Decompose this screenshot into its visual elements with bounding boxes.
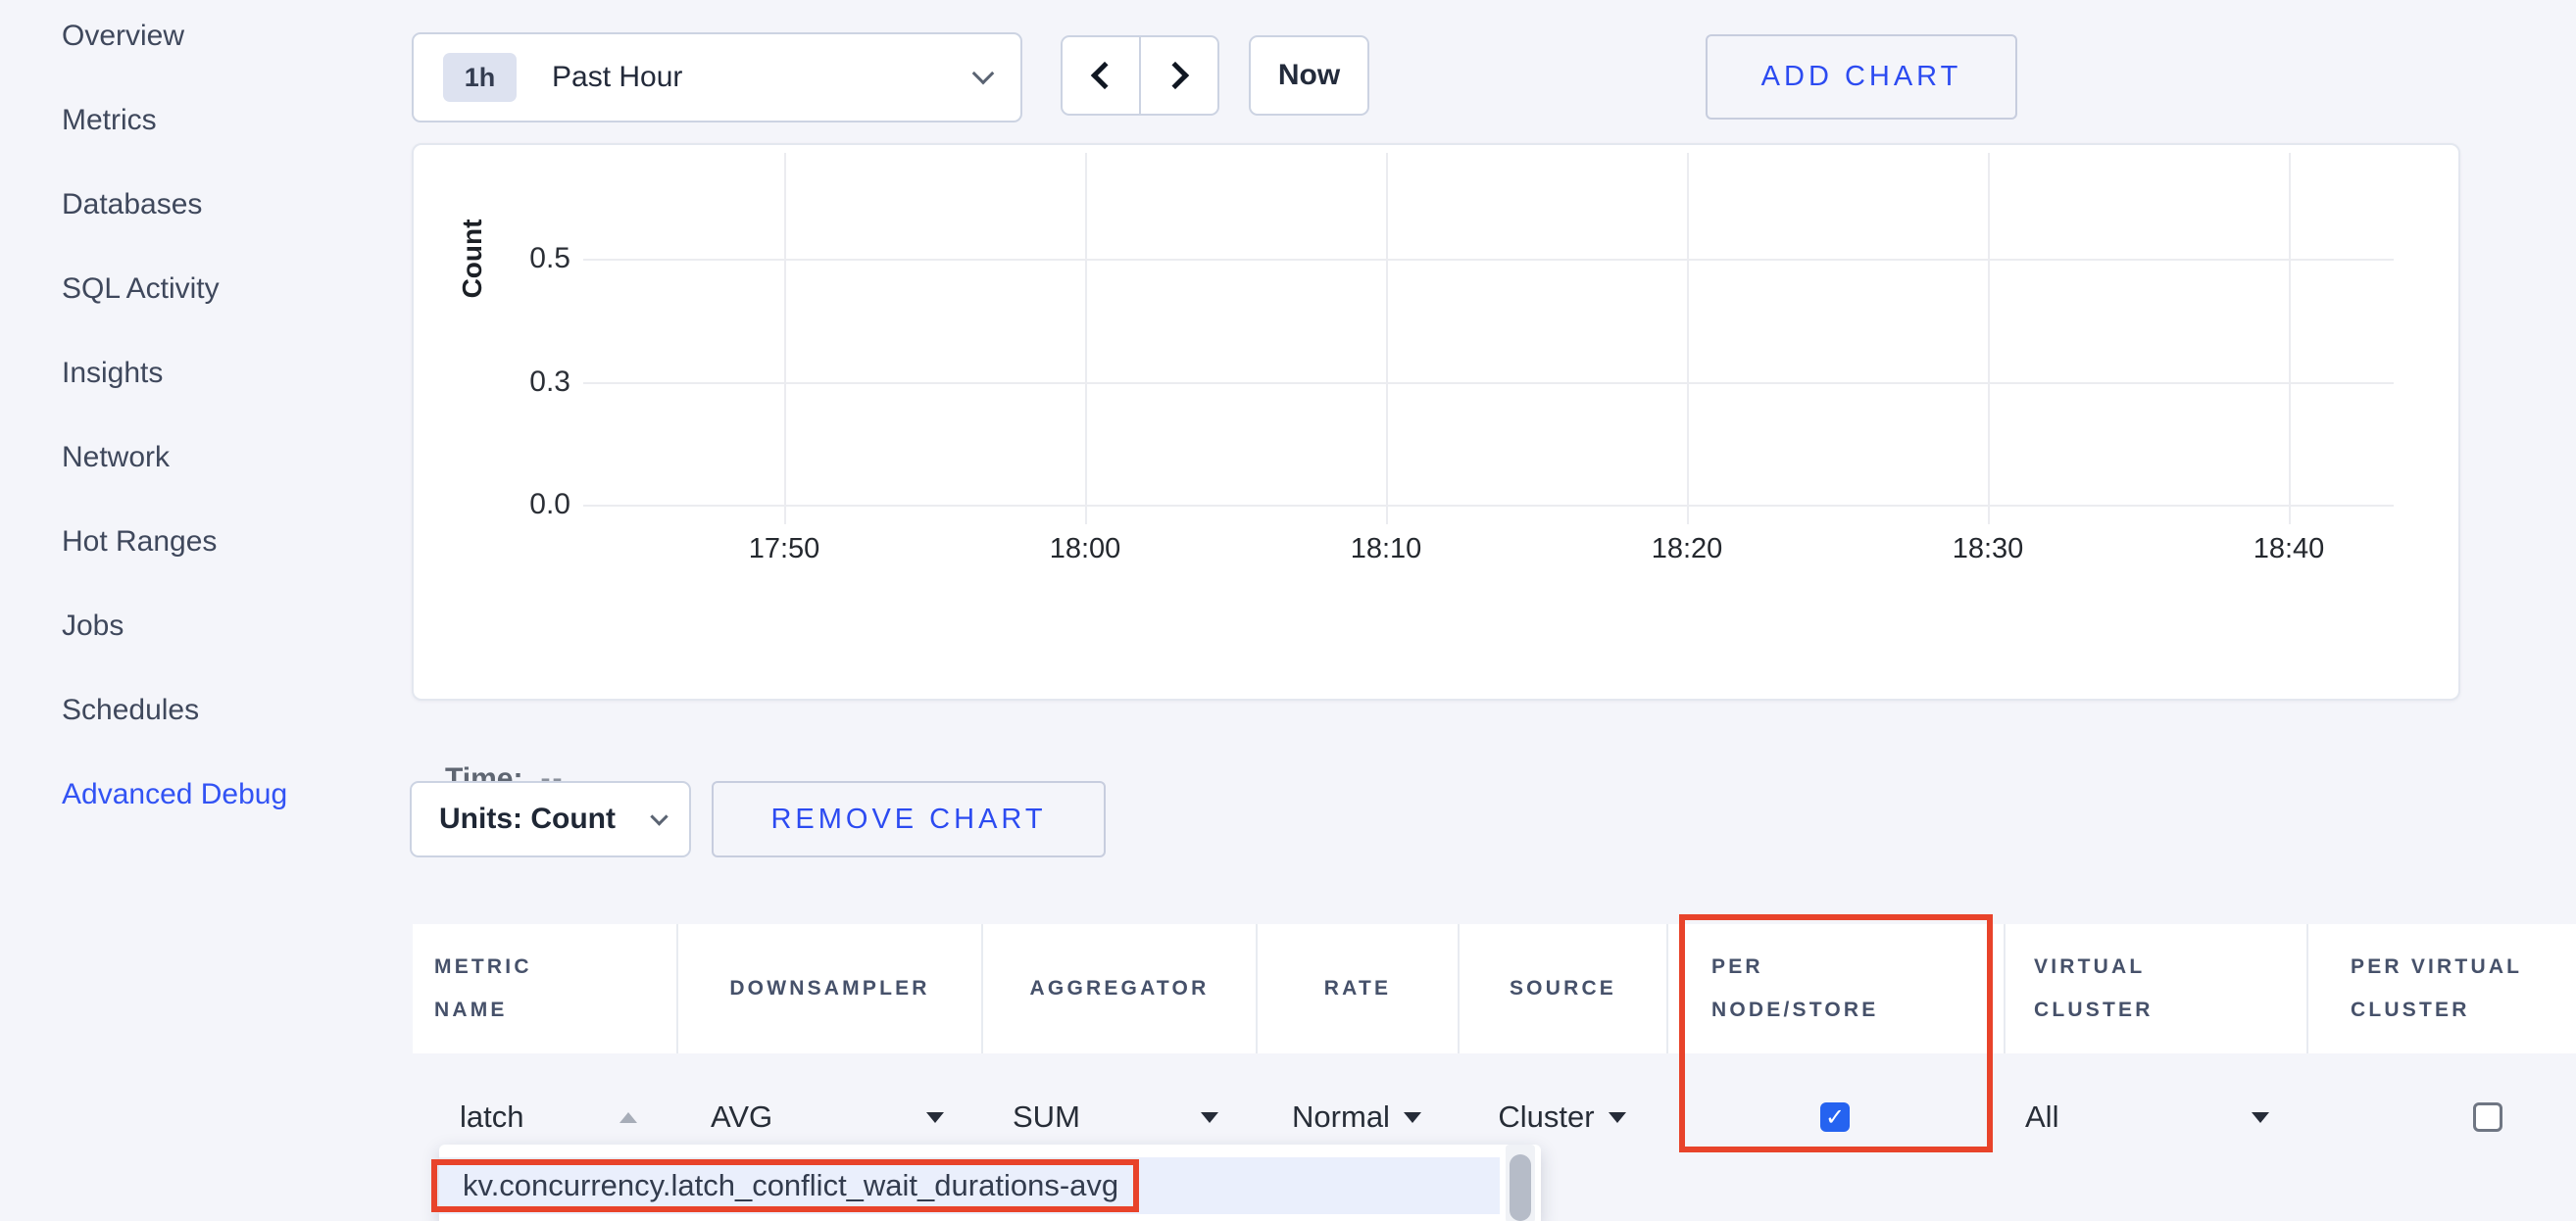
sidebar-item-label: SQL Activity xyxy=(62,272,220,305)
chart-card: Count 0.5 0.3 0.0 17:50 18:00 18:10 18:2… xyxy=(412,143,2460,701)
virtual-cluster-select[interactable]: All xyxy=(2004,1068,2306,1166)
per-node-store-cell xyxy=(1666,1068,2004,1166)
units-dropdown-label: Units: Count xyxy=(439,803,616,836)
chevron-left-icon xyxy=(1091,62,1118,89)
caret-down-icon xyxy=(1201,1112,1218,1123)
sidebar-item[interactable]: Databases xyxy=(62,190,287,220)
remove-chart-button[interactable]: REMOVE CHART xyxy=(712,781,1106,857)
time-range-badge: 1h xyxy=(443,53,517,102)
rate-value: Normal xyxy=(1292,1099,1390,1135)
y-axis-tick: 0.0 xyxy=(469,488,570,521)
x-axis-tick: 18:20 xyxy=(1618,533,1756,565)
suggestion-item-label: kv.concurrency.latch_conflict_wait_durat… xyxy=(463,1168,1118,1203)
sidebar-item-label: Metrics xyxy=(62,104,157,136)
sidebar-item[interactable]: Jobs xyxy=(62,611,287,641)
y-axis-tick: 0.3 xyxy=(469,366,570,399)
x-axis-tick: 18:00 xyxy=(1016,533,1154,565)
suggestion-item[interactable]: kv.concurrency.latch_conflict_wait_durat… xyxy=(439,1157,1500,1214)
column-header-per-node-store: PER NODE/STORE xyxy=(1666,924,2004,1053)
sidebar-item-label: Hot Ranges xyxy=(62,525,217,558)
sidebar-item-label: Databases xyxy=(62,188,202,220)
caret-down-icon xyxy=(1404,1112,1421,1123)
x-axis-tick: 18:10 xyxy=(1317,533,1455,565)
add-chart-button[interactable]: ADD CHART xyxy=(1706,34,2017,120)
sidebar-item[interactable]: Network xyxy=(62,443,287,472)
caret-up-icon xyxy=(619,1112,637,1123)
chevron-down-icon xyxy=(650,807,668,825)
time-range-label: Past Hour xyxy=(552,61,682,94)
sidebar-item-label: Overview xyxy=(62,20,184,52)
sidebar-nav: Overview Metrics Databases SQL Activity … xyxy=(62,22,287,809)
column-header-aggregator: AGGREGATOR xyxy=(981,924,1256,1053)
units-dropdown[interactable]: Units: Count xyxy=(410,781,691,857)
y-axis-tick: 0.5 xyxy=(469,242,570,275)
sidebar-item[interactable]: Advanced Debug xyxy=(62,780,287,809)
sidebar-item[interactable]: Insights xyxy=(62,359,287,388)
now-button[interactable]: Now xyxy=(1249,35,1369,116)
column-header-per-virtual-cluster: PER VIRTUAL CLUSTER xyxy=(2306,924,2576,1053)
metric-name-value: latch xyxy=(460,1099,523,1135)
caret-down-icon xyxy=(2252,1112,2269,1123)
column-header-virtual-cluster: VIRTUAL CLUSTER xyxy=(2004,924,2306,1053)
sidebar-item-label: Network xyxy=(62,441,170,473)
chevron-down-icon xyxy=(972,63,995,85)
per-virtual-cluster-checkbox[interactable] xyxy=(2473,1102,2502,1132)
sidebar-item-label: Schedules xyxy=(62,694,199,726)
next-range-button[interactable] xyxy=(1139,35,1219,116)
column-header-metric-name: METRIC NAME xyxy=(413,924,676,1053)
per-virtual-cluster-cell xyxy=(2306,1068,2576,1166)
x-axis-tick: 18:40 xyxy=(2220,533,2357,565)
column-header-downsampler: DOWNSAMPLER xyxy=(676,924,981,1053)
x-axis-tick: 18:30 xyxy=(1919,533,2056,565)
prev-range-button[interactable] xyxy=(1061,35,1141,116)
caret-down-icon xyxy=(1609,1112,1626,1123)
sidebar-item-label: Advanced Debug xyxy=(62,778,287,810)
metric-table-header: METRIC NAME DOWNSAMPLER AGGREGATOR RATE … xyxy=(413,924,2576,1053)
sidebar-item[interactable]: Overview xyxy=(62,22,287,51)
virtual-cluster-value: All xyxy=(2025,1099,2058,1135)
sidebar-item[interactable]: Hot Ranges xyxy=(62,527,287,557)
chevron-right-icon xyxy=(1162,62,1189,89)
caret-down-icon xyxy=(926,1112,944,1123)
x-axis-tick: 17:50 xyxy=(716,533,853,565)
dropdown-scrollbar-thumb[interactable] xyxy=(1510,1154,1531,1221)
sidebar-item-label: Insights xyxy=(62,357,163,389)
metric-suggestions-dropdown: kv.concurrency.latch_conflict_wait_durat… xyxy=(439,1145,1541,1221)
aggregator-value: SUM xyxy=(1013,1099,1080,1135)
downsampler-value: AVG xyxy=(711,1099,772,1135)
sidebar-item[interactable]: Metrics xyxy=(62,106,287,135)
column-header-rate: RATE xyxy=(1256,924,1458,1053)
per-node-store-checkbox[interactable] xyxy=(1820,1102,1850,1132)
time-range-arrows xyxy=(1061,35,1219,116)
sidebar-item-label: Jobs xyxy=(62,610,124,642)
column-header-source: SOURCE xyxy=(1458,924,1666,1053)
source-value: Cluster xyxy=(1498,1099,1594,1135)
sidebar-item[interactable]: SQL Activity xyxy=(62,274,287,304)
time-range-selector[interactable]: 1h Past Hour xyxy=(412,32,1022,122)
sidebar-item[interactable]: Schedules xyxy=(62,696,287,725)
chart-plot-area[interactable] xyxy=(583,153,2394,524)
advanced-debug-custom-chart-page: Overview Metrics Databases SQL Activity … xyxy=(0,0,2576,1221)
